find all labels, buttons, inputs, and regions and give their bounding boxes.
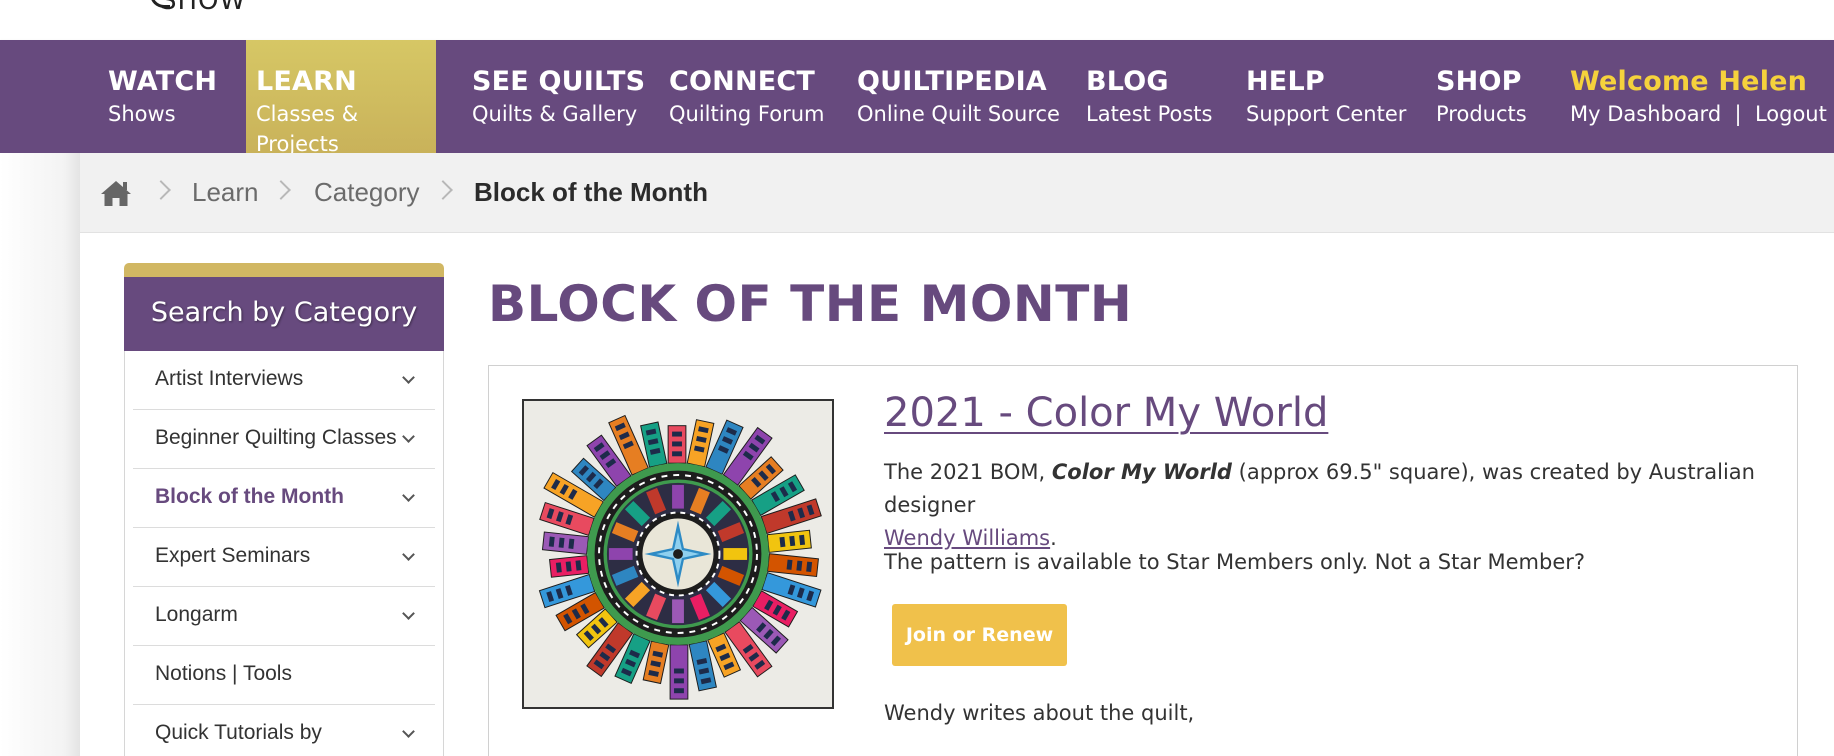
breadcrumb-current: Block of the Month bbox=[474, 177, 708, 207]
nav-learn[interactable]: LEARN Classes & Projects bbox=[246, 40, 436, 156]
card-description: The 2021 BOM, Color My World (approx 69.… bbox=[884, 456, 1784, 555]
site-logo[interactable]: SHOW bbox=[160, 0, 246, 16]
category-sidebar: Search by Category Artist Interviews Beg… bbox=[124, 263, 444, 756]
nav-title: SHOP bbox=[1436, 66, 1522, 97]
nav-title: HELP bbox=[1246, 66, 1325, 97]
quilt-name: Color My World bbox=[1051, 460, 1232, 484]
nav-welcome: Welcome Helen My Dashboard | Logout bbox=[1570, 40, 1827, 153]
sidebar-item-label: Expert Seminars bbox=[155, 544, 311, 567]
sidebar-item-notions-tools[interactable]: Notions | Tools bbox=[133, 646, 435, 705]
account-links: My Dashboard | Logout bbox=[1570, 99, 1827, 129]
nav-subtitle: Shows bbox=[108, 102, 176, 126]
sidebar-item-expert-seminars[interactable]: Expert Seminars bbox=[133, 528, 435, 587]
page-title: BLOCK OF THE MONTH bbox=[488, 275, 1133, 333]
sidebar-item-label: Notions | Tools bbox=[155, 662, 292, 685]
sidebar-item-label: Longarm bbox=[155, 603, 238, 626]
nav-subtitle: Products bbox=[1436, 102, 1527, 126]
breadcrumb-chevron-icon bbox=[151, 180, 171, 200]
sidebar-item-label: Quick Tutorials by bbox=[155, 721, 322, 744]
sidebar-title: Search by Category bbox=[124, 263, 444, 351]
bom-card: 2021 - Color My World The 2021 BOM, Colo… bbox=[488, 365, 1798, 756]
page-gutter bbox=[0, 153, 80, 756]
main-nav: WATCH Shows LEARN Classes & Projects SEE… bbox=[0, 40, 1834, 156]
home-icon[interactable] bbox=[100, 179, 132, 207]
card-title-link[interactable]: 2021 - Color My World bbox=[884, 390, 1328, 436]
chevron-down-icon[interactable] bbox=[402, 430, 415, 443]
nav-title: SEE QUILTS bbox=[472, 66, 646, 97]
sidebar-item-block-of-the-month[interactable]: Block of the Month bbox=[133, 469, 435, 528]
nav-connect[interactable]: CONNECT Quilting Forum bbox=[669, 40, 824, 153]
breadcrumb-learn[interactable]: Learn bbox=[192, 177, 259, 208]
logo-strip: SHOW bbox=[0, 0, 1834, 40]
membership-note: The pattern is available to Star Members… bbox=[884, 550, 1586, 574]
nav-subtitle: Latest Posts bbox=[1086, 102, 1213, 126]
logout-link[interactable]: Logout bbox=[1755, 102, 1827, 126]
nav-subtitle: Quilts & Gallery bbox=[472, 102, 638, 126]
join-or-renew-button[interactable]: Join or Renew bbox=[892, 604, 1067, 666]
breadcrumb-chevron-icon bbox=[271, 180, 291, 200]
nav-title: QUILTIPEDIA bbox=[857, 66, 1047, 97]
nav-title: BLOG bbox=[1086, 66, 1169, 97]
sidebar-item-label: Artist Interviews bbox=[155, 367, 304, 390]
sidebar-item-beginner-quilting-classes[interactable]: Beginner Quilting Classes bbox=[133, 410, 435, 469]
page-content: Learn Category Block of the Month Search… bbox=[80, 153, 1834, 756]
nav-separator: | bbox=[1734, 102, 1742, 126]
nav-blog[interactable]: BLOG Latest Posts bbox=[1086, 40, 1212, 153]
nav-title: CONNECT bbox=[669, 66, 816, 97]
chevron-down-icon[interactable] bbox=[402, 607, 415, 620]
nav-subtitle: Quilting Forum bbox=[669, 102, 825, 126]
breadcrumb-category[interactable]: Category bbox=[314, 177, 420, 208]
card-intro-text: Wendy writes about the quilt, bbox=[884, 701, 1195, 725]
chevron-down-icon[interactable] bbox=[402, 725, 415, 738]
sidebar-item-longarm[interactable]: Longarm bbox=[133, 587, 435, 646]
nav-shop[interactable]: SHOP Products bbox=[1436, 40, 1527, 153]
sidebar-item-quick-tutorials[interactable]: Quick Tutorials by bbox=[133, 705, 435, 756]
nav-quiltipedia[interactable]: QUILTIPEDIA Online Quilt Source bbox=[857, 40, 1060, 153]
chevron-down-icon[interactable] bbox=[402, 548, 415, 561]
my-dashboard-link[interactable]: My Dashboard bbox=[1570, 102, 1721, 126]
sidebar-item-artist-interviews[interactable]: Artist Interviews bbox=[133, 351, 435, 410]
nav-subtitle: Support Center bbox=[1246, 102, 1407, 126]
chevron-down-icon[interactable] bbox=[402, 371, 415, 384]
nav-see-quilts[interactable]: SEE QUILTS Quilts & Gallery bbox=[472, 40, 645, 153]
breadcrumb: Learn Category Block of the Month bbox=[80, 153, 1834, 233]
sidebar-item-label: Beginner Quilting Classes bbox=[155, 426, 397, 449]
nav-title: WATCH bbox=[108, 66, 218, 97]
nav-watch[interactable]: WATCH Shows bbox=[108, 40, 217, 153]
desc-text: The 2021 BOM, bbox=[884, 460, 1052, 484]
category-list: Artist Interviews Beginner Quilting Clas… bbox=[124, 351, 444, 756]
nav-subtitle: Online Quilt Source bbox=[857, 102, 1060, 126]
welcome-greeting: Welcome Helen bbox=[1570, 66, 1808, 97]
nav-subtitle: Classes & Projects bbox=[256, 102, 359, 156]
nav-title: LEARN bbox=[256, 66, 357, 97]
nav-help[interactable]: HELP Support Center bbox=[1246, 40, 1406, 153]
sidebar-item-label: Block of the Month bbox=[155, 485, 344, 508]
breadcrumb-chevron-icon bbox=[433, 180, 453, 200]
quilt-image[interactable] bbox=[522, 399, 834, 709]
chevron-down-icon[interactable] bbox=[402, 489, 415, 502]
